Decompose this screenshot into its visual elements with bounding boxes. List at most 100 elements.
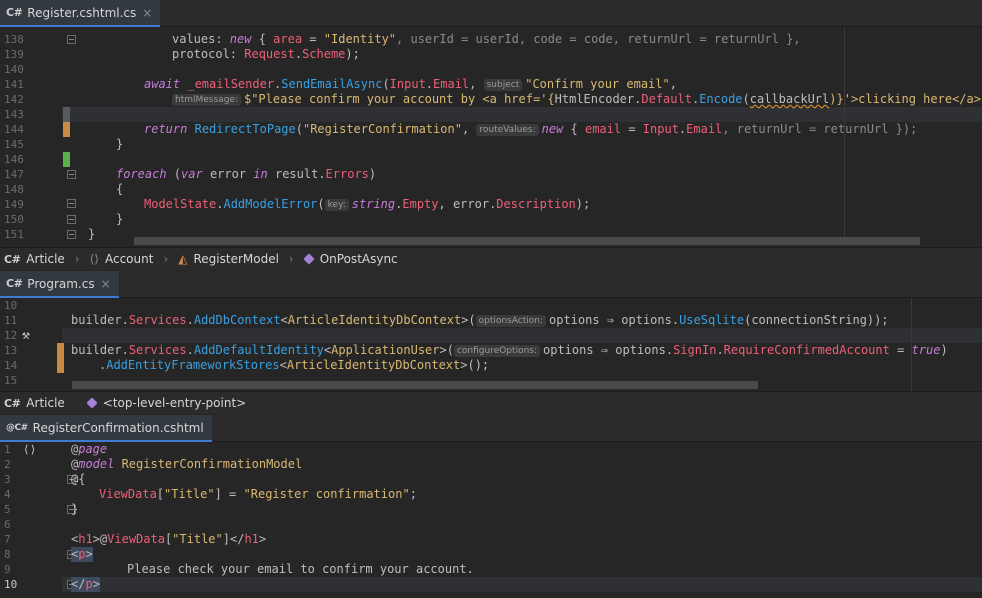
code-line-145: }	[116, 137, 124, 151]
breadcrumb-method[interactable]: OnPostAsync	[300, 252, 402, 266]
code-line-147: foreach (var error in result.Errors)	[116, 167, 377, 181]
razor-file-icon: @C#	[6, 422, 28, 433]
line-number: 149	[4, 198, 24, 211]
current-line-highlight	[62, 328, 982, 343]
added-marker[interactable]	[63, 152, 70, 167]
editor-tabbar-2: C# Program.cs ×	[0, 271, 982, 298]
code-line-9: Please check your email to confirm your …	[127, 562, 474, 576]
fold-icon[interactable]	[67, 215, 76, 224]
breadcrumb-entry-point[interactable]: <top-level-entry-point>	[83, 396, 250, 410]
code-structure-icon[interactable]: ⟨⟩	[23, 442, 36, 457]
code-line-8: <p>	[71, 547, 93, 562]
line-number: 145	[4, 138, 24, 151]
parameter-hint: routeValues:	[476, 124, 539, 136]
breadcrumb-separator: ›	[288, 252, 294, 266]
line-number: 146	[4, 153, 24, 166]
parameter-hint: configureOptions:	[453, 345, 540, 357]
csharp-file-icon: C#	[6, 6, 23, 19]
code-line-7: <h1>@ViewData["Title"]</h1>	[71, 532, 267, 546]
line-number: 144	[4, 123, 24, 136]
breadcrumb-project[interactable]: C# Article	[0, 252, 69, 266]
line-number: 11	[4, 314, 18, 327]
line-number: 13	[4, 344, 18, 357]
code-line-14: .AddEntityFrameworkStores<ArticleIdentit…	[99, 358, 490, 372]
close-icon[interactable]: ×	[101, 277, 111, 291]
code-editor-register-confirmation[interactable]: 1 2 3 4 5 6 7 8 9 10 ⟨⟩ @page @model Reg…	[0, 442, 982, 598]
line-number: 138	[4, 33, 24, 46]
line-number: 9	[4, 563, 11, 576]
line-number: 139	[4, 48, 24, 61]
fold-icon[interactable]	[67, 35, 76, 44]
tab-program-cs[interactable]: C# Program.cs ×	[0, 271, 119, 298]
code-line-13: builder.Services.AddDefaultIdentity<Appl…	[71, 343, 948, 357]
tab-register-confirmation-cshtml[interactable]: @C# RegisterConfirmation.cshtml	[0, 415, 212, 442]
code-editor-program[interactable]: 10 11 12 13 14 15 ⚒ builder.Services.Add…	[0, 298, 982, 391]
line-number: 141	[4, 78, 24, 91]
modified-marker[interactable]	[57, 343, 64, 373]
line-number: 4	[4, 488, 11, 501]
modified-marker[interactable]	[63, 122, 70, 137]
code-line-149: ModelState.AddModelError(key: string.Empt…	[144, 197, 591, 211]
tab-label: Register.cshtml.cs	[27, 5, 137, 20]
code-line-141: await _emailSender.SendEmailAsync(Input.…	[144, 77, 677, 91]
breadcrumb-project[interactable]: C# Article	[0, 396, 69, 410]
namespace-icon: ⟨⟩	[89, 252, 99, 266]
csharp-project-icon: C#	[4, 252, 21, 266]
breadcrumb-class[interactable]: ◭ RegisterModel	[174, 252, 283, 266]
parameter-hint: subject	[483, 79, 523, 91]
line-number: 150	[4, 213, 24, 226]
csharp-file-icon: C#	[6, 277, 23, 290]
hammer-icon[interactable]: ⚒	[22, 328, 30, 343]
code-line-2: @model RegisterConfirmationModel	[71, 457, 303, 471]
close-icon[interactable]: ×	[142, 6, 152, 20]
code-line-148: {	[116, 182, 124, 196]
parameter-hint: optionsAction:	[475, 315, 546, 327]
code-line-1: @page	[71, 442, 108, 456]
horizontal-scrollbar[interactable]	[72, 381, 758, 389]
line-number: 7	[4, 533, 11, 546]
line-number: 6	[4, 518, 11, 531]
breadcrumb-register: C# Article › ⟨⟩ Account › ◭ RegisterModel ›…	[0, 247, 982, 270]
line-number: 142	[4, 93, 24, 106]
method-icon	[86, 397, 98, 409]
line-number: 140	[4, 63, 24, 76]
code-line-139: protocol: Request.Scheme);	[172, 47, 360, 61]
code-line-144: return RedirectToPage("RegisterConfirmat…	[144, 122, 918, 136]
csharp-project-icon: C#	[4, 396, 21, 410]
breadcrumb-program: C# Article <top-level-entry-point>	[0, 391, 982, 414]
line-number: 2	[4, 458, 11, 471]
line-number: 10	[4, 299, 18, 312]
fold-icon[interactable]	[67, 170, 76, 179]
horizontal-scrollbar[interactable]	[134, 237, 920, 245]
tab-label: Program.cs	[27, 276, 95, 291]
line-number: 15	[4, 374, 18, 387]
change-marker[interactable]	[63, 107, 70, 122]
breadcrumb-separator: ›	[163, 252, 169, 266]
line-number: 147	[4, 168, 24, 181]
line-number: 151	[4, 228, 24, 241]
line-number: 10	[4, 578, 18, 591]
method-icon	[303, 253, 315, 265]
line-number: 14	[4, 359, 18, 372]
code-line-11: builder.Services.AddDbContext<ArticleIde…	[71, 313, 889, 327]
line-number: 143	[4, 108, 24, 121]
parameter-hint: key:	[324, 199, 349, 211]
fold-icon[interactable]	[67, 199, 76, 208]
class-icon: ◭	[178, 252, 188, 266]
code-line-5: }	[71, 502, 79, 516]
tab-register-cshtml-cs[interactable]: C# Register.cshtml.cs ×	[0, 0, 161, 27]
code-line-138: values: new { area = "Identity", userId …	[172, 32, 801, 46]
current-line-highlight	[62, 577, 982, 592]
parameter-hint: htmlMessage:	[172, 94, 241, 106]
breadcrumb-namespace[interactable]: ⟨⟩ Account	[86, 252, 158, 266]
code-line-4: ViewData["Title"] = "Register confirmati…	[99, 487, 417, 501]
breadcrumb-separator: ›	[74, 252, 80, 266]
line-number: 3	[4, 473, 11, 486]
editor-tabbar-3: @C# RegisterConfirmation.cshtml	[0, 415, 982, 442]
code-line-3: @{	[71, 472, 86, 486]
code-line-142: htmlMessage: $"Please confirm your accoun…	[172, 92, 982, 107]
line-number: 148	[4, 183, 24, 196]
code-line-10: </p>	[71, 577, 100, 592]
fold-icon[interactable]	[67, 230, 76, 239]
code-editor-register[interactable]: 138 139 140 141 142 143 144 145 146 147 …	[0, 27, 982, 246]
